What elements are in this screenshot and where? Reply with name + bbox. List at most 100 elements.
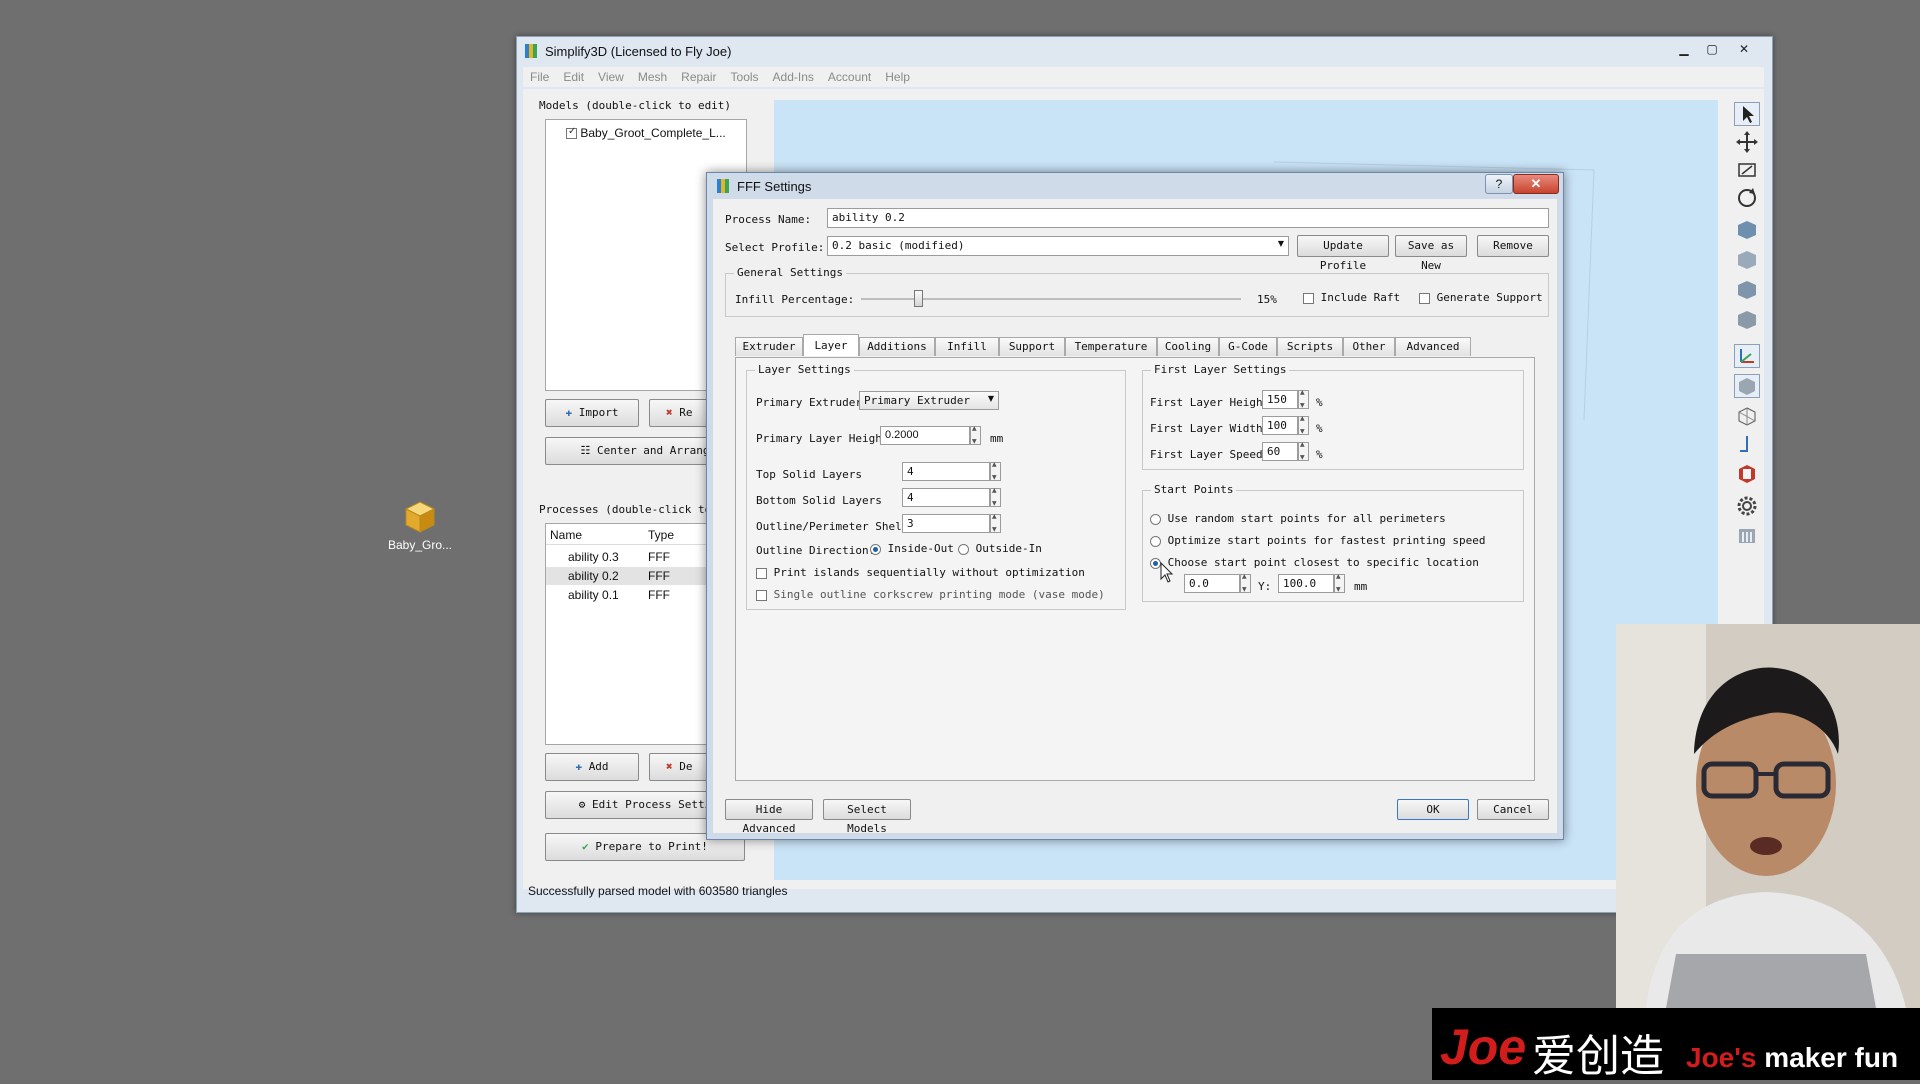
generate-support-checkbox[interactable] [1419,292,1430,304]
process-name-input[interactable]: ability 0.2 [827,208,1549,228]
vase-mode-option[interactable]: Single outline corkscrew printing mode (… [756,588,1105,601]
model-visible-checkbox[interactable] [566,126,577,140]
tab-other[interactable]: Other [1343,337,1395,356]
start-y-input[interactable]: 100.0 [1278,574,1334,593]
menu-add-ins[interactable]: Add-Ins [766,67,821,87]
menu-edit[interactable]: Edit [556,67,591,87]
bottom-solid-layers-stepper[interactable] [990,487,1001,507]
menu-account[interactable]: Account [821,67,878,87]
gear-icon[interactable] [1734,494,1760,518]
main-window-title: Simplify3D (Licensed to Fly Joe) [545,44,732,59]
help-button[interactable]: ? [1485,174,1513,194]
cancel-button[interactable]: Cancel [1477,799,1549,820]
outline-shells-input[interactable]: 3 [902,514,990,533]
tab-extruder[interactable]: Extruder [735,337,803,356]
rotate-tool-icon[interactable] [1734,186,1760,210]
desktop-file-icon[interactable]: Baby_Gro... [380,500,460,552]
primary-layer-height-label: Primary Layer Height [756,432,889,445]
select-models-button[interactable]: Select Models [823,799,911,835]
remove-profile-button[interactable]: Remove [1477,235,1549,257]
menu-tools[interactable]: Tools [724,67,766,87]
move-tool-icon[interactable] [1734,130,1760,154]
infill-slider-handle[interactable] [914,290,923,307]
menu-file[interactable]: File [523,67,556,87]
inside-out-radio[interactable] [870,543,881,555]
vase-mode-checkbox[interactable] [756,589,767,601]
first-layer-speed-input[interactable]: 60 [1262,442,1298,461]
tab-scripts[interactable]: Scripts [1277,337,1343,356]
hide-advanced-button[interactable]: Hide Advanced [725,799,813,835]
top-solid-layers-stepper[interactable] [990,461,1001,481]
tab-temperature[interactable]: Temperature [1065,337,1157,356]
tab-support[interactable]: Support [999,337,1065,356]
dialog-close-button[interactable]: ✕ [1513,174,1559,194]
view-top-icon[interactable] [1734,308,1760,332]
print-islands-checkbox[interactable] [756,567,767,579]
close-button[interactable]: ✕ [1731,41,1757,57]
z-axis-icon[interactable] [1734,432,1760,456]
primary-extruder-select[interactable]: Primary Extruder ▼ [859,391,999,410]
axes-icon[interactable] [1734,344,1760,368]
tab-infill[interactable]: Infill [935,337,999,356]
maximize-button[interactable]: ▢ [1699,41,1725,57]
start-x-input[interactable]: 0.0 [1184,574,1240,593]
column-type[interactable]: Type [648,528,674,542]
start-x-stepper[interactable] [1240,573,1251,593]
view-iso-icon[interactable] [1734,218,1760,242]
tab-advanced[interactable]: Advanced [1395,337,1471,356]
ok-button[interactable]: OK [1397,799,1469,820]
layer-height-stepper[interactable] [970,425,981,445]
first-layer-speed-stepper[interactable] [1298,441,1309,461]
menu-mesh[interactable]: Mesh [631,67,674,87]
select-tool-icon[interactable] [1734,102,1760,126]
outside-in-option[interactable]: Outside-In [958,542,1042,555]
menu-repair[interactable]: Repair [674,67,723,87]
solid-view-icon[interactable] [1734,374,1760,398]
tab-additions[interactable]: Additions [859,337,935,356]
processes-label: Processes (double-click to [539,503,712,516]
top-solid-layers-input[interactable]: 4 [902,462,990,481]
model-name: Baby_Groot_Complete_L... [580,126,726,140]
bottom-solid-layers-input[interactable]: 4 [902,488,990,507]
outside-in-radio[interactable] [958,543,969,555]
machine-icon[interactable] [1734,524,1760,548]
scale-tool-icon[interactable] [1734,158,1760,182]
generate-support-option[interactable]: Generate Support [1419,291,1543,304]
inside-out-option[interactable]: Inside-Out [870,542,954,555]
import-button[interactable]: ✚ Import [545,399,639,427]
minimize-button[interactable]: ▁ [1671,41,1697,57]
start-optimize-radio[interactable] [1150,535,1161,547]
outline-shells-stepper[interactable] [990,513,1001,533]
tab-layer[interactable]: Layer [803,334,859,356]
dialog-title: FFF Settings [737,179,812,194]
first-layer-width-input[interactable]: 100 [1262,416,1298,435]
cross-section-icon[interactable] [1734,462,1760,486]
menu-help[interactable]: Help [878,67,917,87]
tab-cooling[interactable]: Cooling [1157,337,1219,356]
update-profile-button[interactable]: Update Profile [1297,235,1389,272]
first-layer-height-stepper[interactable] [1298,389,1309,409]
primary-layer-height-input[interactable]: 0.2000 [880,426,970,445]
model-item[interactable]: Baby_Groot_Complete_L... [566,126,726,140]
view-front-icon[interactable] [1734,248,1760,272]
start-random-option[interactable]: Use random start points for all perimete… [1150,512,1446,525]
tab-gcode[interactable]: G-Code [1219,337,1277,356]
wireframe-view-icon[interactable] [1734,404,1760,428]
save-as-new-button[interactable]: Save as New [1395,235,1467,272]
first-layer-height-input[interactable]: 150 [1262,390,1298,409]
profile-select[interactable]: 0.2 basic (modified) ▼ [827,236,1289,256]
view-side-icon[interactable] [1734,278,1760,302]
include-raft-checkbox[interactable] [1303,292,1314,304]
settings-tab-bar: Extruder Layer Additions Infill Support … [735,334,1535,357]
print-islands-option[interactable]: Print islands sequentially without optim… [756,566,1085,579]
menu-view[interactable]: View [591,67,631,87]
start-optimize-option[interactable]: Optimize start points for fastest printi… [1150,534,1486,547]
add-process-button[interactable]: ✚ Add [545,753,639,781]
start-location-option[interactable]: Choose start point closest to specific l… [1150,556,1479,569]
start-random-radio[interactable] [1150,513,1161,525]
include-raft-option[interactable]: Include Raft [1303,291,1400,304]
first-layer-width-stepper[interactable] [1298,415,1309,435]
start-y-stepper[interactable] [1334,573,1345,593]
column-name[interactable]: Name [550,528,582,542]
process-name-label: Process Name: [725,213,812,226]
